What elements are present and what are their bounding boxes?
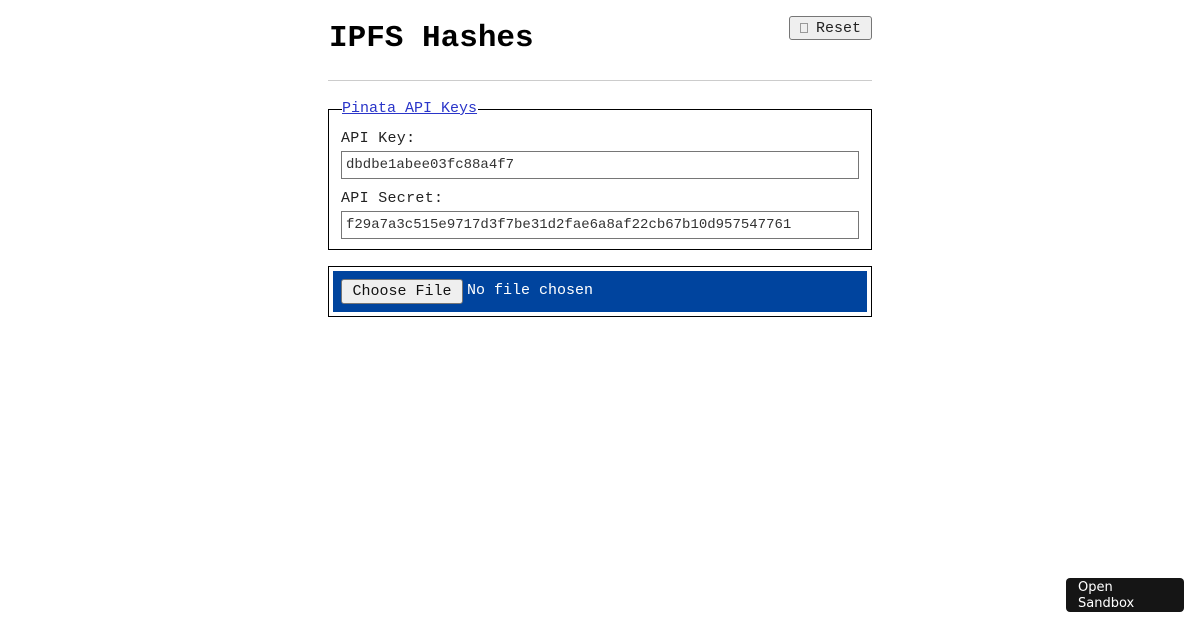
page-title: IPFS Hashes xyxy=(329,21,534,56)
pinata-api-keys-link[interactable]: Pinata API Keys xyxy=(342,100,479,118)
api-key-input[interactable] xyxy=(341,151,859,179)
api-secret-input[interactable] xyxy=(341,211,859,239)
api-secret-label: API Secret: xyxy=(341,190,444,207)
open-sandbox-button[interactable]: Open Sandbox xyxy=(1066,578,1184,612)
api-keys-fieldset: Pinata API Keys API Key: API Secret: xyxy=(328,100,872,250)
reset-label: Reset xyxy=(815,19,861,37)
reset-button[interactable]: Reset xyxy=(789,16,872,40)
file-status-text: No file chosen xyxy=(467,282,594,299)
choose-file-button[interactable]: Choose File xyxy=(341,279,463,304)
api-key-label: API Key: xyxy=(341,130,416,147)
divider xyxy=(328,80,872,81)
upload-section: Choose File No file chosen xyxy=(328,266,872,317)
square-icon xyxy=(799,23,808,33)
upload-dropzone[interactable]: Choose File No file chosen xyxy=(333,271,867,312)
